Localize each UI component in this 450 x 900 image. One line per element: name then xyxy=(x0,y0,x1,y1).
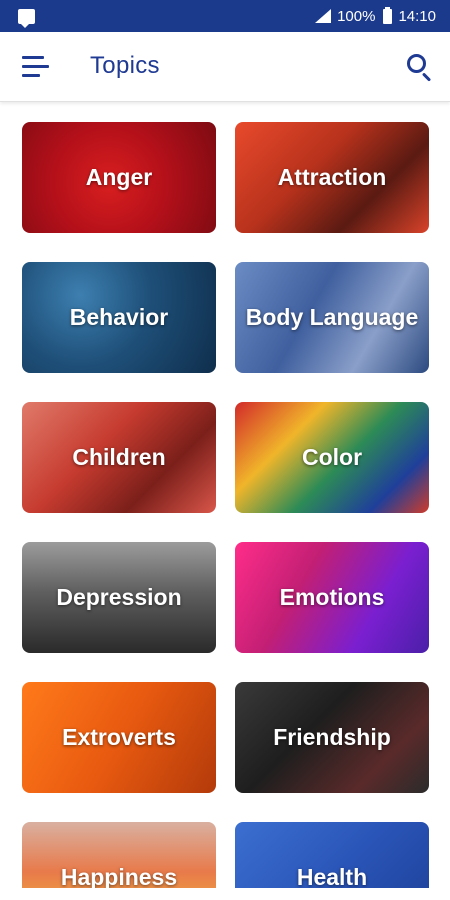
signal-icon xyxy=(315,9,332,23)
topic-card-health[interactable]: Health xyxy=(235,822,429,888)
topic-card-friendship[interactable]: Friendship xyxy=(235,682,429,793)
bottom-edge xyxy=(0,888,450,900)
topic-grid: Anger Attraction Behavior Body Language Chil… xyxy=(0,102,450,888)
topic-label: Health xyxy=(296,864,368,889)
topic-label: Anger xyxy=(85,164,153,190)
page-title: Topics xyxy=(90,52,160,79)
menu-icon[interactable] xyxy=(22,54,50,80)
topic-card-color[interactable]: Color xyxy=(235,402,429,513)
search-icon[interactable] xyxy=(406,53,434,82)
topic-label: Attraction xyxy=(277,164,387,190)
topic-card-emotions[interactable]: Emotions xyxy=(235,542,429,653)
topic-label: Extroverts xyxy=(62,724,176,750)
topic-card-attraction[interactable]: Attraction xyxy=(235,122,429,233)
topic-card-body[interactable]: Body Language xyxy=(235,262,429,373)
topic-label: Depression xyxy=(56,584,182,610)
battery-percent: 100% xyxy=(337,7,376,25)
topic-label: Behavior xyxy=(69,304,169,330)
topic-label: Children xyxy=(72,444,166,470)
topic-label: Happiness xyxy=(60,864,178,889)
topic-card-behavior[interactable]: Behavior xyxy=(22,262,216,373)
topic-card-happiness[interactable]: Happiness xyxy=(22,822,216,888)
clock: 14:10 xyxy=(398,7,436,25)
battery-icon xyxy=(383,6,393,24)
message-icon xyxy=(18,8,35,28)
topic-label: Emotions xyxy=(279,584,385,610)
status-bar: 100% 14:10 xyxy=(0,0,450,32)
topic-card-children[interactable]: Children xyxy=(22,402,216,513)
app-bar: Topics xyxy=(0,32,450,102)
topic-label: Body Language xyxy=(245,304,419,330)
topic-card-extroverts[interactable]: Extroverts xyxy=(22,682,216,793)
status-right: 100% 14:10 xyxy=(315,6,436,25)
topic-label: Friendship xyxy=(273,724,391,750)
topic-card-depression[interactable]: Depression xyxy=(22,542,216,653)
topic-card-anger[interactable]: Anger xyxy=(22,122,216,233)
topic-label: Color xyxy=(301,444,363,470)
